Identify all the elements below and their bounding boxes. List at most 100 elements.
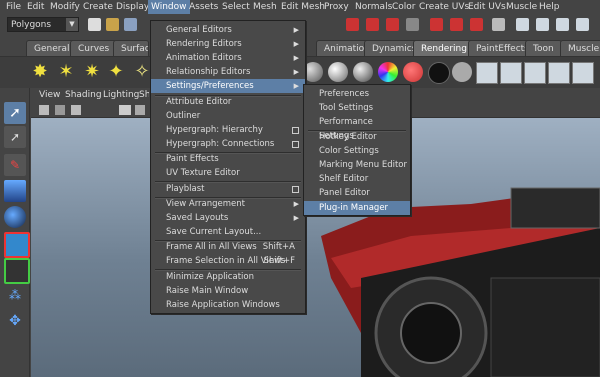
menu-item-minimize-application[interactable]: Minimize Application: [151, 270, 305, 284]
menu-item-saved-layouts[interactable]: Saved Layouts ▶: [151, 211, 305, 225]
anisotropic-material-icon[interactable]: [403, 62, 423, 82]
sphere-primitive-icon[interactable]: [4, 206, 26, 228]
option-box-icon[interactable]: [292, 141, 299, 148]
menu-item-frame-all[interactable]: Frame All in All Views Shift+A: [151, 240, 305, 254]
save-scene-icon[interactable]: [124, 18, 137, 31]
menu-item-color-settings[interactable]: Color Settings: [304, 144, 410, 158]
menu-create-uvs[interactable]: Create UVs: [416, 0, 472, 14]
snap-point-icon[interactable]: [386, 18, 399, 31]
menu-item-frame-selection[interactable]: Frame Selection in All Views Shift+F: [151, 254, 305, 268]
render-view-icon[interactable]: [516, 18, 529, 31]
tab-surfaces[interactable]: Surfaces: [113, 40, 149, 56]
menu-item-hypergraph-connections[interactable]: Hypergraph: Connections: [151, 137, 305, 151]
chevron-down-icon[interactable]: ▼: [66, 18, 78, 31]
lasso-tool-icon[interactable]: ➚: [4, 126, 26, 148]
tab-curves[interactable]: Curves: [70, 40, 118, 56]
menu-select[interactable]: Select: [219, 0, 253, 14]
option-box-icon[interactable]: [292, 127, 299, 134]
panel-menu-show[interactable]: Show: [139, 88, 149, 102]
menu-item-playblast[interactable]: Playblast: [151, 182, 305, 196]
menu-item-panel-editor[interactable]: Panel Editor: [304, 186, 410, 200]
image-plane-icon[interactable]: [71, 105, 81, 115]
directional-light-icon[interactable]: ✸: [30, 62, 50, 82]
menu-item-attribute-editor[interactable]: Attribute Editor: [151, 95, 305, 109]
menu-muscle[interactable]: Muscle: [503, 0, 540, 14]
menu-item-hypergraph-hierarchy[interactable]: Hypergraph: Hierarchy: [151, 123, 305, 137]
point-light-icon[interactable]: ✷: [82, 62, 102, 82]
menu-create[interactable]: Create: [80, 0, 116, 14]
menu-item-raise-main-window[interactable]: Raise Main Window: [151, 284, 305, 298]
menu-item-performance-settings[interactable]: Performance Settings: [304, 115, 410, 141]
menu-item-marking-menu-editor[interactable]: Marking Menu Editor: [304, 158, 410, 172]
render-icon[interactable]: [476, 62, 498, 84]
tab-rendering[interactable]: Rendering: [413, 40, 475, 56]
option-box-icon[interactable]: [292, 186, 299, 193]
paint-select-tool-icon[interactable]: ✎: [4, 154, 26, 176]
cube-primitive-icon[interactable]: [4, 232, 30, 258]
hypershade-icon[interactable]: [572, 62, 594, 84]
menu-mesh[interactable]: Mesh: [250, 0, 280, 14]
grid-icon[interactable]: [119, 105, 131, 115]
render-settings-icon[interactable]: [576, 18, 589, 31]
menu-item-general-editors[interactable]: General Editors ▶: [151, 23, 305, 37]
new-scene-icon[interactable]: [88, 18, 101, 31]
tab-toon[interactable]: Toon: [525, 40, 562, 56]
batch-render-icon[interactable]: [548, 62, 570, 84]
lambert-material-icon[interactable]: [303, 62, 323, 82]
wireframe-icon[interactable]: [135, 105, 145, 115]
menu-item-settings-preferences[interactable]: Settings/Preferences ▶: [151, 79, 305, 93]
particles-icon[interactable]: ⁂: [4, 284, 26, 306]
phong-material-icon[interactable]: [353, 62, 373, 82]
bookmark-icon[interactable]: [55, 105, 65, 115]
menu-item-rendering-editors[interactable]: Rendering Editors ▶: [151, 37, 305, 51]
menu-window[interactable]: Window: [148, 0, 190, 14]
select-tool-icon[interactable]: ➚: [4, 102, 26, 124]
menu-help[interactable]: Help: [536, 0, 563, 14]
open-scene-icon[interactable]: [106, 18, 119, 31]
menu-proxy[interactable]: Proxy: [321, 0, 352, 14]
blinn-material-icon[interactable]: [328, 62, 348, 82]
menu-display[interactable]: Display: [113, 0, 152, 14]
cone-primitive-icon[interactable]: [4, 180, 26, 202]
menu-assets[interactable]: Assets: [186, 0, 221, 14]
ramp-shader-icon[interactable]: [378, 62, 398, 82]
panel-menu-lighting[interactable]: Lighting: [103, 88, 139, 102]
spot-light-icon[interactable]: ✦: [106, 62, 126, 82]
snap-grid-icon[interactable]: [346, 18, 359, 31]
camera-icon[interactable]: [39, 105, 49, 115]
menu-item-preferences[interactable]: Preferences: [304, 87, 410, 101]
menu-item-tool-settings[interactable]: Tool Settings: [304, 101, 410, 115]
menu-item-plugin-manager[interactable]: Plug-in Manager: [304, 201, 410, 215]
ambient-light-icon[interactable]: ✶: [56, 62, 76, 82]
input-ops-icon[interactable]: [450, 18, 463, 31]
menu-item-shelf-editor[interactable]: Shelf Editor: [304, 172, 410, 186]
tab-muscle[interactable]: Muscle: [560, 40, 600, 56]
area-light-icon[interactable]: ✧: [132, 62, 152, 82]
menu-item-relationship-editors[interactable]: Relationship Editors ▶: [151, 65, 305, 79]
move-tool-icon[interactable]: ✥: [4, 310, 26, 332]
menu-file[interactable]: File: [3, 0, 24, 14]
menu-item-outliner[interactable]: Outliner: [151, 109, 305, 123]
menu-color[interactable]: Color: [389, 0, 419, 14]
menu-modify[interactable]: Modify: [47, 0, 83, 14]
panel-menu-view[interactable]: View: [39, 88, 60, 102]
construction-history-icon[interactable]: [492, 18, 505, 31]
menu-item-save-current-layout[interactable]: Save Current Layout...: [151, 225, 305, 239]
render-frame-icon[interactable]: [536, 18, 549, 31]
history-icon[interactable]: [430, 18, 443, 31]
panel-menu-shading[interactable]: Shading: [65, 88, 102, 102]
menu-item-raise-application-windows[interactable]: Raise Application Windows: [151, 298, 305, 312]
menu-item-uv-texture-editor[interactable]: UV Texture Editor: [151, 166, 305, 180]
render-region-icon[interactable]: [500, 62, 522, 84]
wire-cube-icon[interactable]: [4, 258, 30, 284]
mode-selector[interactable]: Polygons ▼: [7, 17, 79, 32]
menu-edit[interactable]: Edit: [24, 0, 47, 14]
ipr-render-icon[interactable]: [556, 18, 569, 31]
output-ops-icon[interactable]: [470, 18, 483, 31]
menu-item-view-arrangement[interactable]: View Arrangement ▶: [151, 197, 305, 211]
surface-shader-icon[interactable]: [428, 62, 450, 84]
snap-curve-icon[interactable]: [366, 18, 379, 31]
menu-item-paint-effects[interactable]: Paint Effects: [151, 152, 305, 166]
use-background-icon[interactable]: [452, 62, 472, 82]
menu-item-hotkey-editor[interactable]: Hotkey Editor: [304, 130, 410, 144]
